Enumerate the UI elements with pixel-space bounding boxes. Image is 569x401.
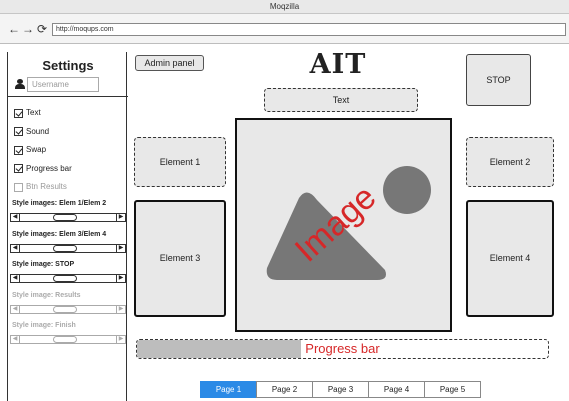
- progress-label: Progress bar: [305, 341, 380, 356]
- text-placeholder: Text: [264, 88, 418, 112]
- scroll-left-icon: ◀: [11, 336, 20, 343]
- page-button-4[interactable]: Page 4: [368, 381, 425, 398]
- checkbox-label: Sound: [26, 126, 50, 136]
- style-slider: ◀ ▶: [10, 335, 126, 344]
- forward-arrow-icon[interactable]: →: [22, 23, 34, 35]
- checkbox-label: Text: [26, 108, 41, 117]
- page-button-2[interactable]: Page 2: [256, 381, 313, 398]
- slider-thumb[interactable]: [53, 214, 77, 221]
- style-slider[interactable]: ◀ ▶: [10, 274, 126, 283]
- checkbox-text[interactable]: Text: [14, 107, 41, 119]
- checkbox-label: Swap: [26, 145, 47, 154]
- style-slider-label: Style image: STOP: [12, 261, 75, 268]
- checkbox-swap[interactable]: Swap: [14, 144, 46, 156]
- settings-title: Settings: [42, 58, 94, 73]
- checkbox-label: Btn Results: [26, 182, 67, 191]
- element-1[interactable]: Element 1: [134, 137, 226, 187]
- checkbox-sound[interactable]: Sound: [14, 126, 49, 138]
- sidebar-divider: [8, 96, 128, 97]
- scroll-right-icon: ▶: [116, 305, 125, 313]
- browser-toolbar: ← → ⟳ http://moqups.com: [0, 14, 569, 44]
- checkbox-box[interactable]: [14, 145, 23, 155]
- style-slider-label: Style image: Results: [12, 291, 81, 299]
- checkbox-progress-bar[interactable]: Progress bar: [14, 163, 72, 175]
- scroll-left-icon: ◀: [11, 305, 20, 313]
- scroll-right-icon: ▶: [116, 336, 125, 343]
- scroll-left-icon[interactable]: ◀: [11, 244, 20, 252]
- slider-thumb: [53, 305, 77, 313]
- checkbox-label: Progress bar: [26, 163, 72, 173]
- checkbox-box[interactable]: [14, 127, 23, 136]
- back-arrow-icon[interactable]: ←: [8, 23, 20, 35]
- style-slider[interactable]: ◀ ▶: [10, 213, 126, 222]
- user-icon: [15, 79, 25, 89]
- scroll-right-icon[interactable]: ▶: [116, 214, 125, 221]
- checkbox-box[interactable]: [14, 108, 23, 118]
- progress-bar: Progress bar: [136, 339, 549, 359]
- scroll-left-icon[interactable]: ◀: [11, 214, 20, 221]
- slider-thumb: [53, 336, 77, 343]
- element-2[interactable]: Element 2: [466, 137, 554, 187]
- scroll-left-icon[interactable]: ◀: [11, 275, 20, 282]
- settings-sidebar: Settings Username Text Sound Swap Progress …: [7, 52, 128, 401]
- checkbox-box[interactable]: [14, 164, 23, 173]
- scroll-right-icon[interactable]: ▶: [116, 244, 125, 252]
- slider-thumb[interactable]: [53, 275, 77, 282]
- style-slider-label: Style image: Finish: [12, 322, 76, 329]
- address-bar[interactable]: http://moqups.com: [52, 23, 566, 36]
- checkbox-box: [14, 182, 23, 192]
- page-button-3[interactable]: Page 3: [312, 381, 369, 398]
- element-4[interactable]: Element 4: [466, 200, 554, 317]
- admin-panel-button[interactable]: Admin panel: [135, 55, 204, 71]
- style-slider-label: Style images: Elem 1/Elem 2: [12, 200, 107, 207]
- page-button-5[interactable]: Page 5: [424, 381, 481, 398]
- style-slider: ◀ ▶: [10, 304, 126, 314]
- style-slider[interactable]: ◀ ▶: [10, 243, 126, 253]
- image-placeholder-icon: Image: [266, 166, 431, 280]
- window-title: Moqzilla: [0, 0, 569, 14]
- page-button-1[interactable]: Page 1: [200, 381, 257, 398]
- image-placeholder: Image: [235, 118, 452, 332]
- element-3[interactable]: Element 3: [134, 200, 226, 317]
- style-slider-label: Style images: Elem 3/Elem 4: [12, 230, 107, 238]
- slider-thumb[interactable]: [53, 244, 77, 252]
- reload-icon[interactable]: ⟳: [37, 23, 47, 35]
- stop-button[interactable]: STOP: [466, 54, 531, 106]
- pagination: Page 1 Page 2 Page 3 Page 4 Page 5: [200, 381, 481, 398]
- app-logo: AIT: [309, 49, 367, 80]
- scroll-right-icon[interactable]: ▶: [116, 275, 125, 282]
- checkbox-btn-results: Btn Results: [14, 181, 67, 193]
- username-input[interactable]: Username: [27, 77, 99, 92]
